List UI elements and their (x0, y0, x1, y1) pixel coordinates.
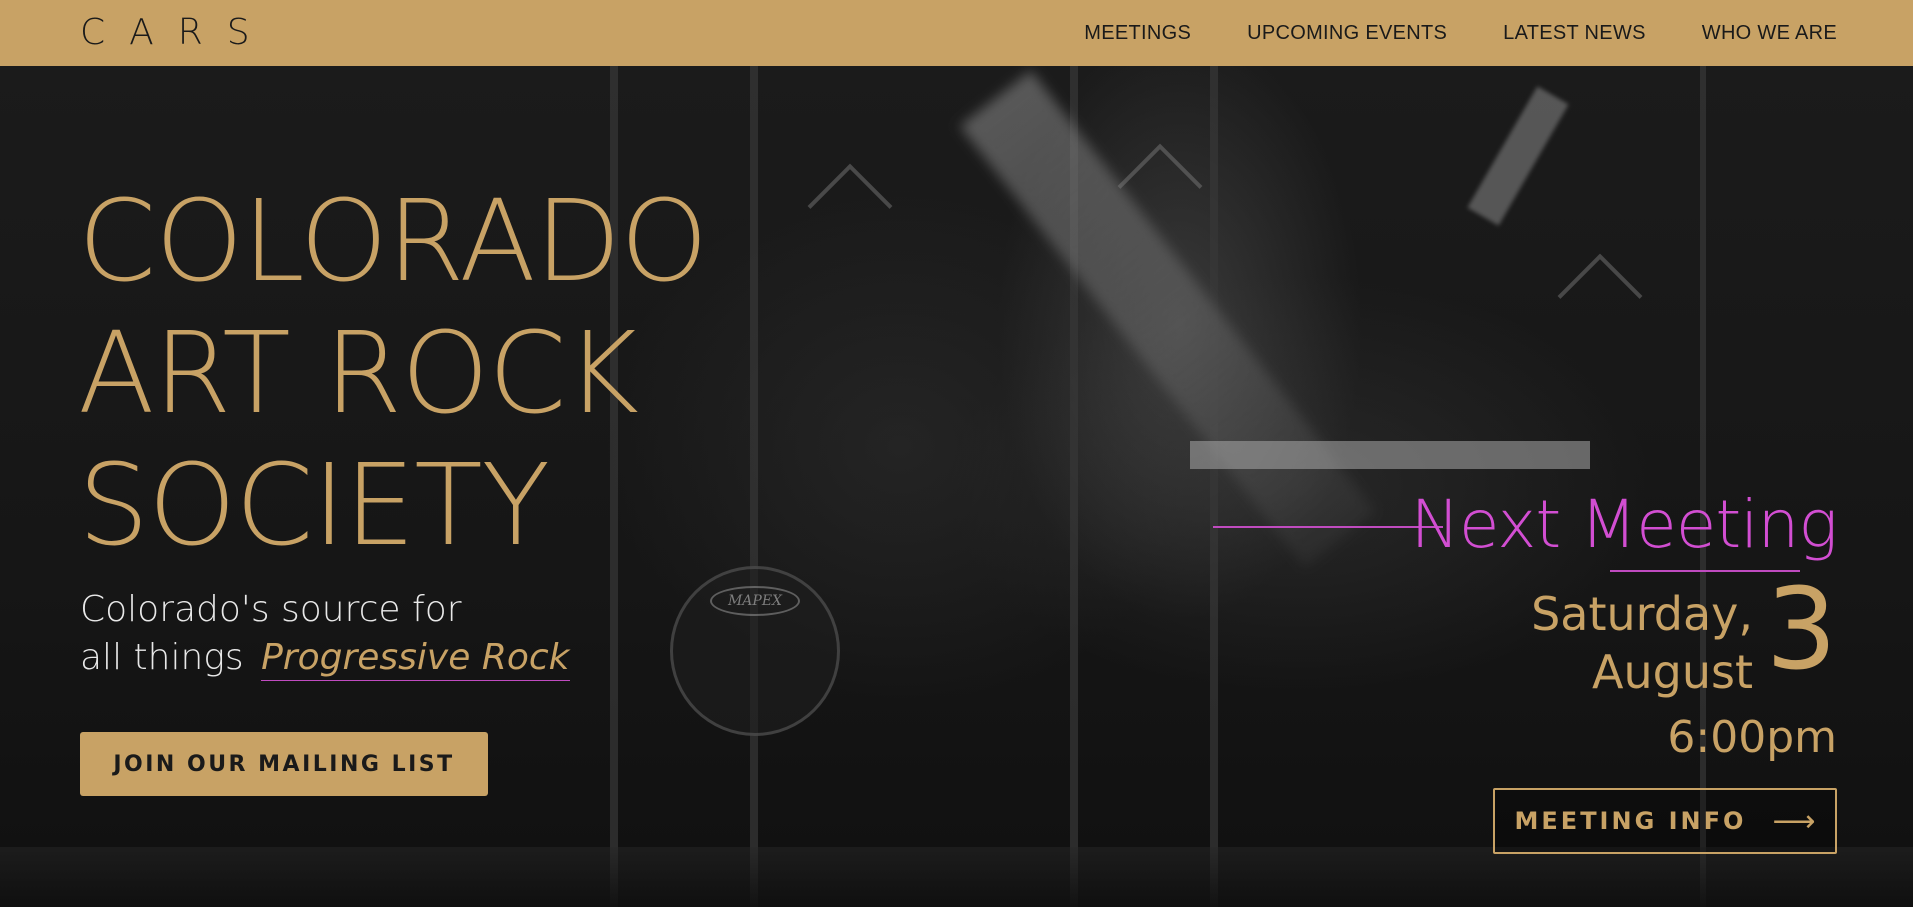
nav-who-we-are[interactable]: WHO WE ARE (1702, 22, 1837, 45)
drum-brand-label: MAPEX (710, 586, 800, 616)
spotlight-beam (960, 70, 1376, 568)
site-logo[interactable]: CARS (80, 12, 274, 53)
tagline-accent: Progressive Rock (261, 637, 570, 681)
next-meeting-heading: Next Meeting (1410, 486, 1838, 563)
meeting-weekday: Saturday, (1531, 587, 1753, 641)
next-meeting-divider (1213, 526, 1443, 528)
stage-floor (0, 847, 1913, 907)
meeting-info-label: MEETING INFO (1514, 807, 1747, 835)
meeting-month: August (1592, 645, 1753, 699)
join-mailing-list-button[interactable]: JOIN OUR MAILING LIST (80, 732, 488, 796)
nav-upcoming-events[interactable]: UPCOMING EVENTS (1247, 22, 1447, 45)
hero-title: COLORADO ART ROCK SOCIETY (78, 176, 708, 572)
stage-chevron (807, 163, 893, 249)
hero-title-line: ART ROCK (78, 309, 639, 439)
tagline-line-2: all things Progressive Rock (80, 634, 570, 682)
stage-truss (1210, 66, 1218, 907)
hero-tagline: Colorado's source for all things Progres… (80, 586, 570, 682)
hero-title-line: COLORADO (78, 177, 708, 307)
arrow-right-icon: ⟶ (1772, 803, 1816, 839)
tagline-line-1: Colorado's source for (80, 589, 462, 630)
keyboard-instrument (1190, 441, 1590, 469)
tagline-prefix: all things (80, 637, 244, 678)
spotlight-beam (1467, 86, 1569, 226)
main-nav: MEETINGS UPCOMING EVENTS LATEST NEWS WHO… (1028, 0, 1837, 66)
nav-latest-news[interactable]: LATEST NEWS (1503, 22, 1646, 45)
meeting-time: 6:00pm (1667, 712, 1837, 763)
nav-meetings[interactable]: MEETINGS (1084, 22, 1191, 45)
site-header: CARS MEETINGS UPCOMING EVENTS LATEST NEW… (0, 0, 1913, 66)
meeting-info-button[interactable]: MEETING INFO ⟶ (1493, 788, 1837, 854)
meeting-day: 3 (1765, 565, 1837, 695)
stage-truss (750, 66, 758, 907)
meeting-date: Saturday, August (1531, 585, 1753, 701)
hero-title-line: SOCIETY (78, 441, 550, 571)
stage-chevron (1557, 253, 1643, 339)
